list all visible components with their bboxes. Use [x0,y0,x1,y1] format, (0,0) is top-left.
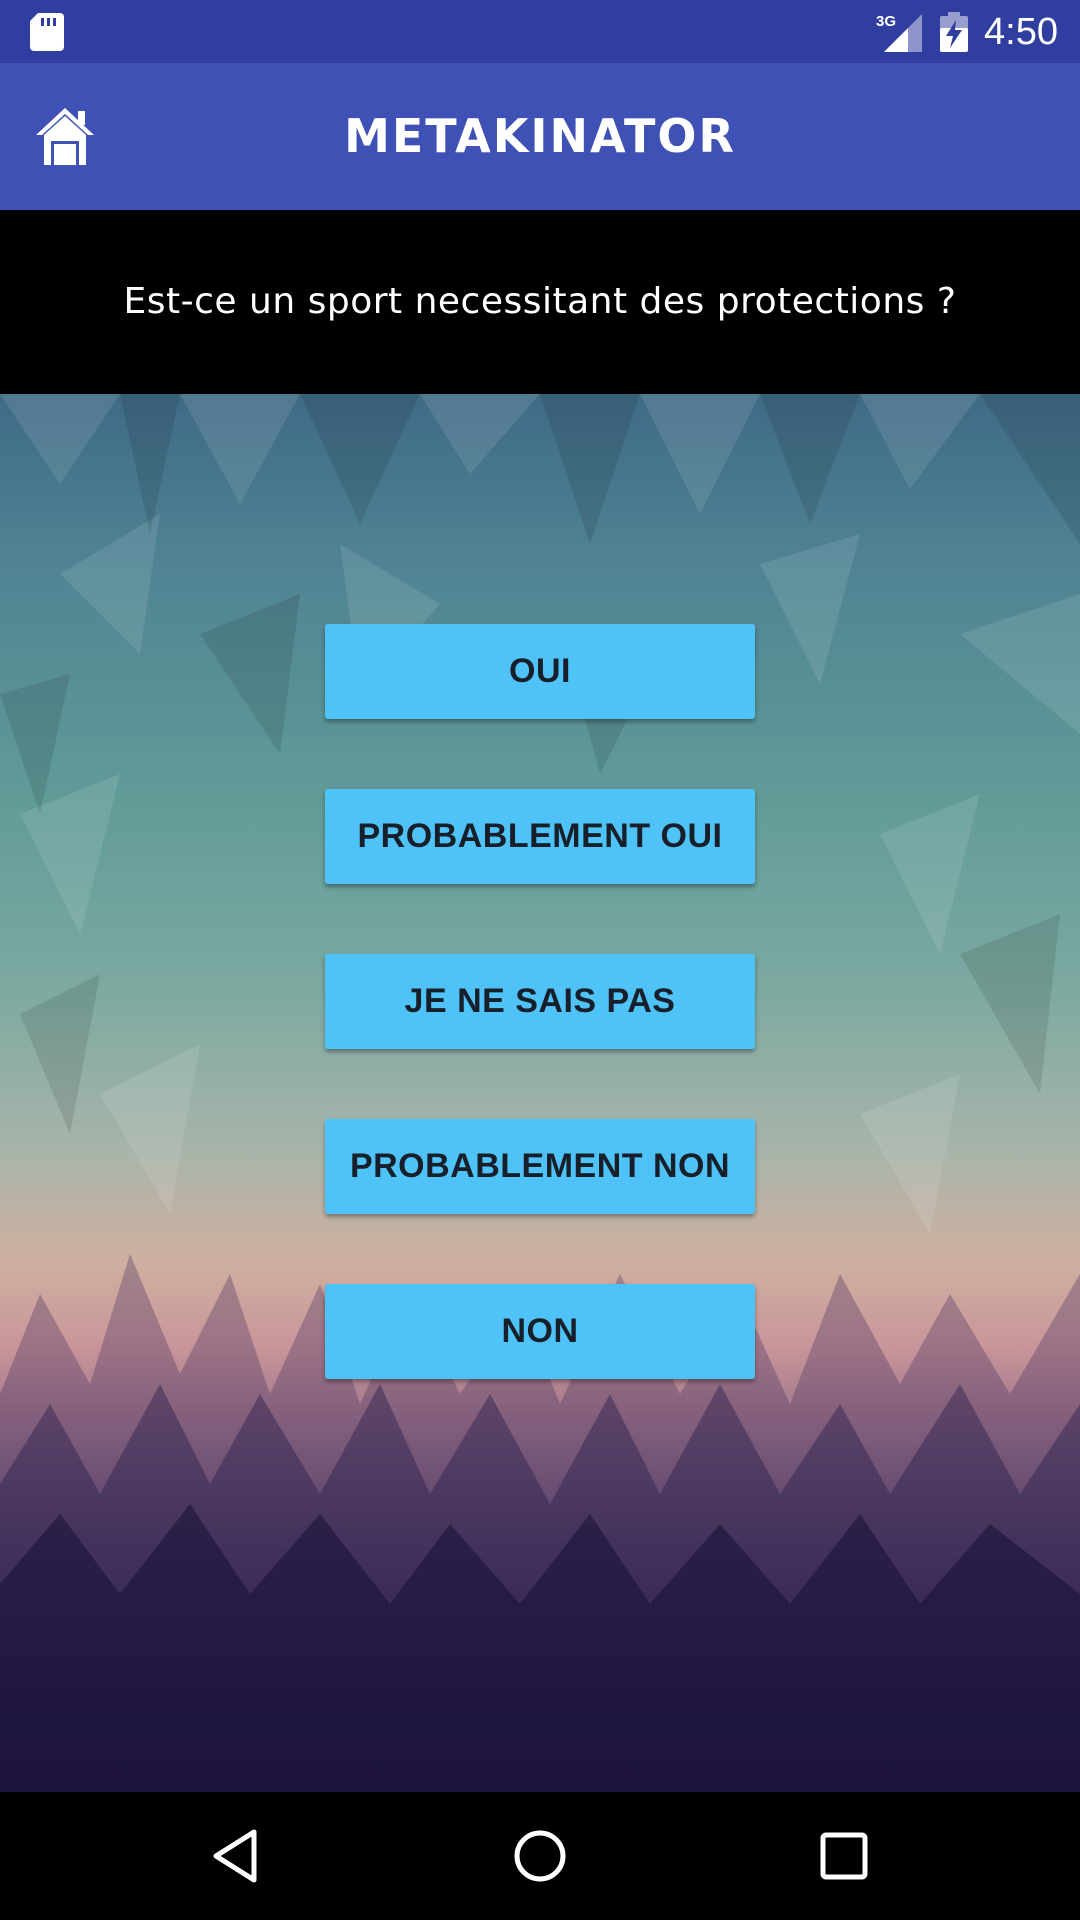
answer-probably-yes-button[interactable]: PROBABLEMENT OUI [325,789,755,884]
question-banner: Est-ce un sport necessitant des protecti… [0,210,1080,394]
answer-area [0,394,1080,1792]
low-poly-background [0,394,1080,1792]
sd-card-icon [30,13,64,51]
status-clock: 4:50 [984,11,1058,53]
recents-icon[interactable] [814,1826,874,1886]
answer-yes-button[interactable]: OUI [325,624,755,719]
signal-icon: 3G [876,13,922,52]
home-icon[interactable] [34,105,96,167]
answer-probably-no-button[interactable]: PROBABLEMENT NON [325,1119,755,1214]
answer-no-button[interactable]: NON [325,1284,755,1379]
battery-charging-icon [940,12,968,52]
network-type-label: 3G [876,13,896,30]
app-title: METAKINATOR [344,109,736,163]
screen: 3G 4:50 METAKINATOR Est-ce un sport nece… [0,0,1080,1920]
app-bar: METAKINATOR [0,63,1080,210]
status-bar: 3G 4:50 [0,0,1080,63]
answer-dont-know-button[interactable]: JE NE SAIS PAS [325,954,755,1049]
navigation-bar [0,1792,1080,1920]
back-icon[interactable] [208,1826,268,1886]
home-circle-icon[interactable] [510,1826,570,1886]
question-text: Est-ce un sport necessitant des protecti… [123,281,957,322]
